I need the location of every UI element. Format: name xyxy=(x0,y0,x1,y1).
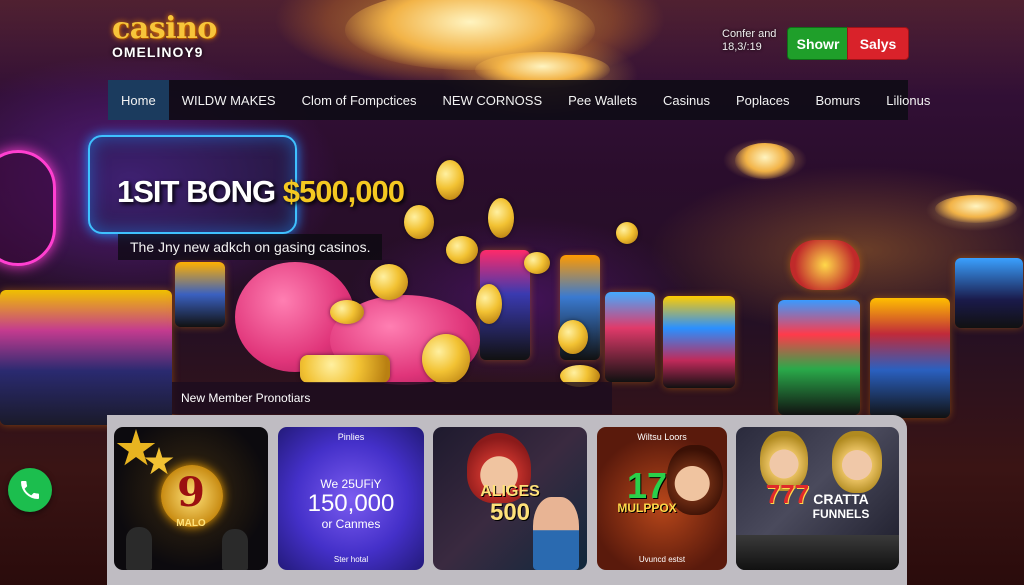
card-bottom-text: Uvuncd estst xyxy=(638,555,686,564)
nav-item-new-corners[interactable]: NEW CORNOSS xyxy=(429,80,555,120)
card-amount: 500 xyxy=(489,499,531,526)
card-number: 9 xyxy=(177,469,205,516)
star-icon xyxy=(116,429,156,466)
show-button[interactable]: Showr xyxy=(787,27,849,60)
card-title: CRATTA xyxy=(813,491,869,507)
hero-title: 1SIT BONG $500,000 xyxy=(117,174,405,209)
card-top-text: Pinlies xyxy=(337,432,365,442)
header-info-line2: 18,3/:19 xyxy=(722,41,762,53)
header-info-line1: Confer and xyxy=(722,28,777,40)
coin xyxy=(330,300,364,324)
sign-button[interactable]: Salys xyxy=(847,27,909,60)
slot-machine xyxy=(778,300,860,415)
slot-machine xyxy=(870,298,950,418)
nav-item-casinos[interactable]: Casinus xyxy=(650,80,723,120)
hero-subtitle: The Jny new adkch on gasing casinos. xyxy=(118,234,383,260)
coin xyxy=(616,222,638,244)
coin xyxy=(436,160,464,200)
nav-item-home[interactable]: Home xyxy=(108,80,169,120)
logo-subtext: OMELINOY9 xyxy=(112,44,204,60)
slot-machine xyxy=(955,258,1023,328)
slot-machine xyxy=(605,292,655,382)
slot-machine xyxy=(663,296,735,388)
phone-icon xyxy=(21,481,39,499)
header-info: Confer and 18,3/:19 xyxy=(722,28,776,54)
coin xyxy=(558,320,588,354)
dealer-figure xyxy=(222,529,248,570)
slot-machine xyxy=(175,262,225,327)
slot-machine xyxy=(790,240,860,290)
dealer-figure xyxy=(126,527,152,570)
nav-item-more[interactable]: Lilionus xyxy=(873,80,943,120)
main-nav: Home WILDW MAKES Clom of Fompctices NEW … xyxy=(108,80,930,120)
coin xyxy=(476,284,502,324)
chandelier xyxy=(935,195,1017,223)
promo-card[interactable]: Wiltsu Loors 17 MULPPOX Uvuncd estst xyxy=(597,427,727,570)
coin xyxy=(300,355,390,383)
nav-item-wild-makes[interactable]: WILDW MAKES xyxy=(169,80,289,120)
chandelier xyxy=(735,143,795,179)
console-panel xyxy=(736,535,899,570)
whatsapp-button[interactable] xyxy=(8,468,52,512)
coin xyxy=(524,252,550,274)
nav-item-wallets[interactable]: Pee Wallets xyxy=(555,80,650,120)
promo-card[interactable]: Pinlies We 25UFiY 150,000 or Canmes Ster… xyxy=(278,427,424,570)
casino-logo[interactable]: casino OMELINOY9 xyxy=(112,11,217,61)
hero-title-text: 1SIT BONG xyxy=(117,174,276,209)
hero-title-amount: $500,000 xyxy=(282,174,405,209)
promo-card[interactable]: 9 MALO xyxy=(114,427,268,570)
nav-item-competitions[interactable]: Clom of Fompctices xyxy=(289,80,430,120)
nav-item-places[interactable]: Poplaces xyxy=(723,80,802,120)
nav-item-bonuses[interactable]: Bomurs xyxy=(802,80,873,120)
logo-text: casino xyxy=(112,11,217,46)
card-top-text: Wiltsu Loors xyxy=(637,432,687,442)
card-subtitle: FUNNELS xyxy=(812,507,870,521)
coin xyxy=(404,205,434,239)
neon-sign xyxy=(0,150,56,266)
card-line1: We 25UFiY xyxy=(320,477,382,491)
promo-card[interactable]: 777 CRATTA FUNNELS xyxy=(736,427,899,570)
card-bottom-text: Ster hotal xyxy=(333,555,369,564)
card-title: MULPPOX xyxy=(617,501,677,515)
slot-machine xyxy=(0,290,172,425)
promo-panel-title: New Member Pronotiars xyxy=(172,382,612,414)
card-amount: 150,000 xyxy=(307,490,395,517)
coin xyxy=(422,334,470,384)
coin xyxy=(488,198,514,238)
coin xyxy=(370,264,408,300)
coin xyxy=(446,236,478,264)
card-line3: or Canmes xyxy=(321,517,381,531)
promo-card[interactable]: ALIGES 500 xyxy=(433,427,587,570)
